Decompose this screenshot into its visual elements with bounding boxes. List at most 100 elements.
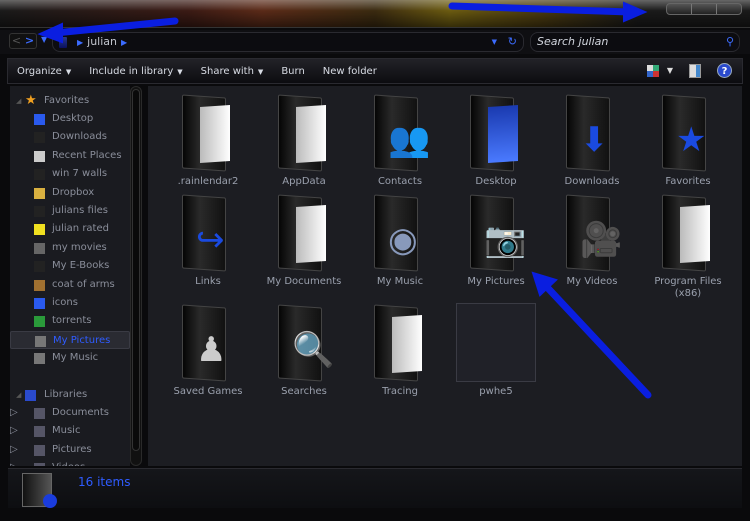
folder-item[interactable]: 🔍 Searches — [258, 304, 350, 398]
sidebar-item-music[interactable]: ▷ Music — [10, 422, 130, 440]
folder-icon — [34, 261, 45, 273]
sidebar-item-desktop[interactable]: Desktop — [10, 110, 130, 128]
sidebar-item-label: coat of arms — [52, 278, 115, 290]
address-dropdown-icon[interactable]: ▼ — [492, 33, 497, 51]
desktop-icon — [466, 94, 526, 172]
folder-icon — [22, 473, 57, 508]
breadcrumb-julian[interactable]: julian — [87, 35, 117, 48]
folder-item[interactable]: 👥 Contacts — [354, 94, 446, 188]
game-icon: ♟ — [178, 304, 238, 382]
sidebar-item-dropbox[interactable]: Dropbox — [10, 184, 130, 202]
sidebar-item-my-music[interactable]: My Music — [10, 349, 130, 367]
sidebar-item-coat-of-arms[interactable]: coat of arms — [10, 276, 130, 294]
minimize-button[interactable] — [667, 4, 692, 14]
forward-button[interactable]: > — [23, 34, 36, 48]
contacts-icon: 👥 — [370, 94, 430, 172]
folder-item[interactable]: ↪ Links — [162, 194, 254, 288]
expand-arrow-icon[interactable]: ◢ — [16, 92, 21, 110]
sidebar-item-julians-files[interactable]: julians files — [10, 202, 130, 220]
maximize-button[interactable] — [692, 4, 717, 14]
search-icon[interactable]: ⚲ — [726, 33, 734, 51]
folder-icon — [34, 206, 45, 217]
nav-scrollbar[interactable] — [130, 86, 142, 466]
sidebar-item-label: julians files — [52, 205, 108, 216]
item-name: Desktop — [475, 176, 517, 187]
folder-item[interactable]: Desktop — [450, 94, 542, 188]
sidebar-item-videos[interactable]: ▷ Videos — [10, 459, 130, 466]
folder-item[interactable]: My Documents — [258, 194, 350, 288]
item-name: Saved Games — [173, 386, 243, 397]
view-icon — [646, 64, 659, 77]
breadcrumb-chevron-icon[interactable]: ▶ — [77, 38, 83, 47]
help-icon[interactable]: ? — [717, 63, 732, 78]
navigation-pane: ◢ ★ Favorites Desktop Downloads Recent Places… — [10, 86, 130, 466]
folder-item[interactable]: Tracing — [354, 304, 446, 398]
sidebar-item-recent-places[interactable]: Recent Places — [10, 147, 130, 165]
breadcrumb-chevron-icon[interactable]: ▶ — [121, 38, 127, 47]
burn-button[interactable]: Burn — [281, 66, 304, 77]
sidebar-item-favorites[interactable]: ◢ ★ Favorites — [10, 92, 130, 110]
sidebar-item-downloads[interactable]: Downloads — [10, 128, 130, 146]
search-input[interactable]: Search julian ⚲ — [530, 32, 740, 52]
share-with-button[interactable]: Share with ▼ — [201, 66, 264, 77]
expand-arrow-icon[interactable]: ▷ — [10, 444, 18, 455]
hover-highlight — [456, 303, 536, 382]
sidebar-item-my-pictures[interactable]: My Pictures — [10, 330, 130, 349]
recent-pages-dropdown[interactable]: ▼ — [41, 35, 47, 44]
folder-icon — [34, 316, 45, 328]
scrollbar-thumb[interactable] — [132, 89, 140, 451]
folder-icon — [34, 187, 45, 199]
sidebar-item-julian-rated[interactable]: julian rated — [10, 220, 130, 238]
back-button[interactable]: < — [10, 34, 23, 48]
new-folder-button[interactable]: New folder — [323, 66, 377, 77]
link-icon: ↪ — [178, 194, 238, 272]
folder-item[interactable]: 📷 My Pictures — [450, 194, 542, 288]
folder-icon — [34, 444, 45, 456]
expand-arrow-icon[interactable]: ▷ — [10, 462, 18, 466]
star-icon: ★ — [25, 93, 37, 108]
include-in-library-button[interactable]: Include in library ▼ — [89, 66, 182, 77]
sidebar-item-label: My Music — [52, 352, 99, 364]
window-controls — [666, 3, 742, 15]
folder-item[interactable]: 🎥 My Videos — [546, 194, 638, 288]
details-pane: 16 items — [8, 468, 742, 508]
folder-item[interactable]: ♟ Saved Games — [162, 304, 254, 398]
item-name: .rainlendar2 — [177, 176, 239, 187]
change-view-button[interactable]: ▼ — [646, 64, 673, 77]
folder-item[interactable]: ⬇ Downloads — [546, 94, 638, 188]
sidebar-item-my-movies[interactable]: my movies — [10, 239, 130, 257]
folder-item[interactable]: ★ Favorites — [642, 94, 734, 188]
folder-icon — [34, 224, 45, 236]
close-button[interactable] — [717, 4, 741, 14]
folder-item[interactable]: ◉ My Music — [354, 194, 446, 288]
folder-item[interactable]: .rainlendar2 — [162, 94, 254, 188]
sidebar-item-win-7-walls[interactable]: win 7 walls — [10, 165, 130, 183]
organize-label: Organize — [17, 65, 62, 77]
folder-item[interactable]: AppData — [258, 94, 350, 188]
sidebar-item-torrents[interactable]: torrents — [10, 312, 130, 330]
address-row: < > ▼ ▶ julian ▶ ▼ ↻ Search julian ⚲ — [0, 30, 750, 54]
expand-arrow-icon[interactable]: ▷ — [10, 407, 18, 418]
sidebar-item-libraries[interactable]: ◢ Libraries — [10, 386, 130, 404]
sidebar-item-label: Dropbox — [52, 186, 95, 198]
sidebar-item-my-e-books[interactable]: My E-Books — [10, 257, 130, 275]
paper-icon — [370, 304, 430, 382]
sidebar-item-documents[interactable]: ▷ Documents — [10, 404, 130, 422]
paper-icon — [658, 194, 718, 272]
folder-icon — [34, 132, 45, 144]
sidebar-item-label: icons — [52, 297, 78, 308]
expand-arrow-icon[interactable]: ▷ — [10, 425, 18, 436]
organize-button[interactable]: Organize ▼ — [17, 66, 71, 77]
address-bar[interactable]: ▶ julian ▶ ▼ ↻ — [52, 32, 524, 52]
search-icon: 🔍 — [274, 304, 334, 382]
folder-icon — [25, 390, 36, 401]
refresh-icon[interactable]: ↻ — [508, 33, 517, 51]
sidebar-item-pictures[interactable]: ▷ Pictures — [10, 441, 130, 459]
sidebar-item-label: Pictures — [52, 443, 92, 455]
sidebar-item-label: win 7 walls — [52, 168, 108, 180]
expand-arrow-icon[interactable]: ◢ — [16, 386, 21, 404]
sidebar-item-icons[interactable]: icons — [10, 294, 130, 312]
folder-item[interactable]: Program Files (x86) — [642, 194, 734, 300]
folder-icon — [34, 169, 45, 181]
preview-pane-icon[interactable] — [689, 63, 701, 78]
